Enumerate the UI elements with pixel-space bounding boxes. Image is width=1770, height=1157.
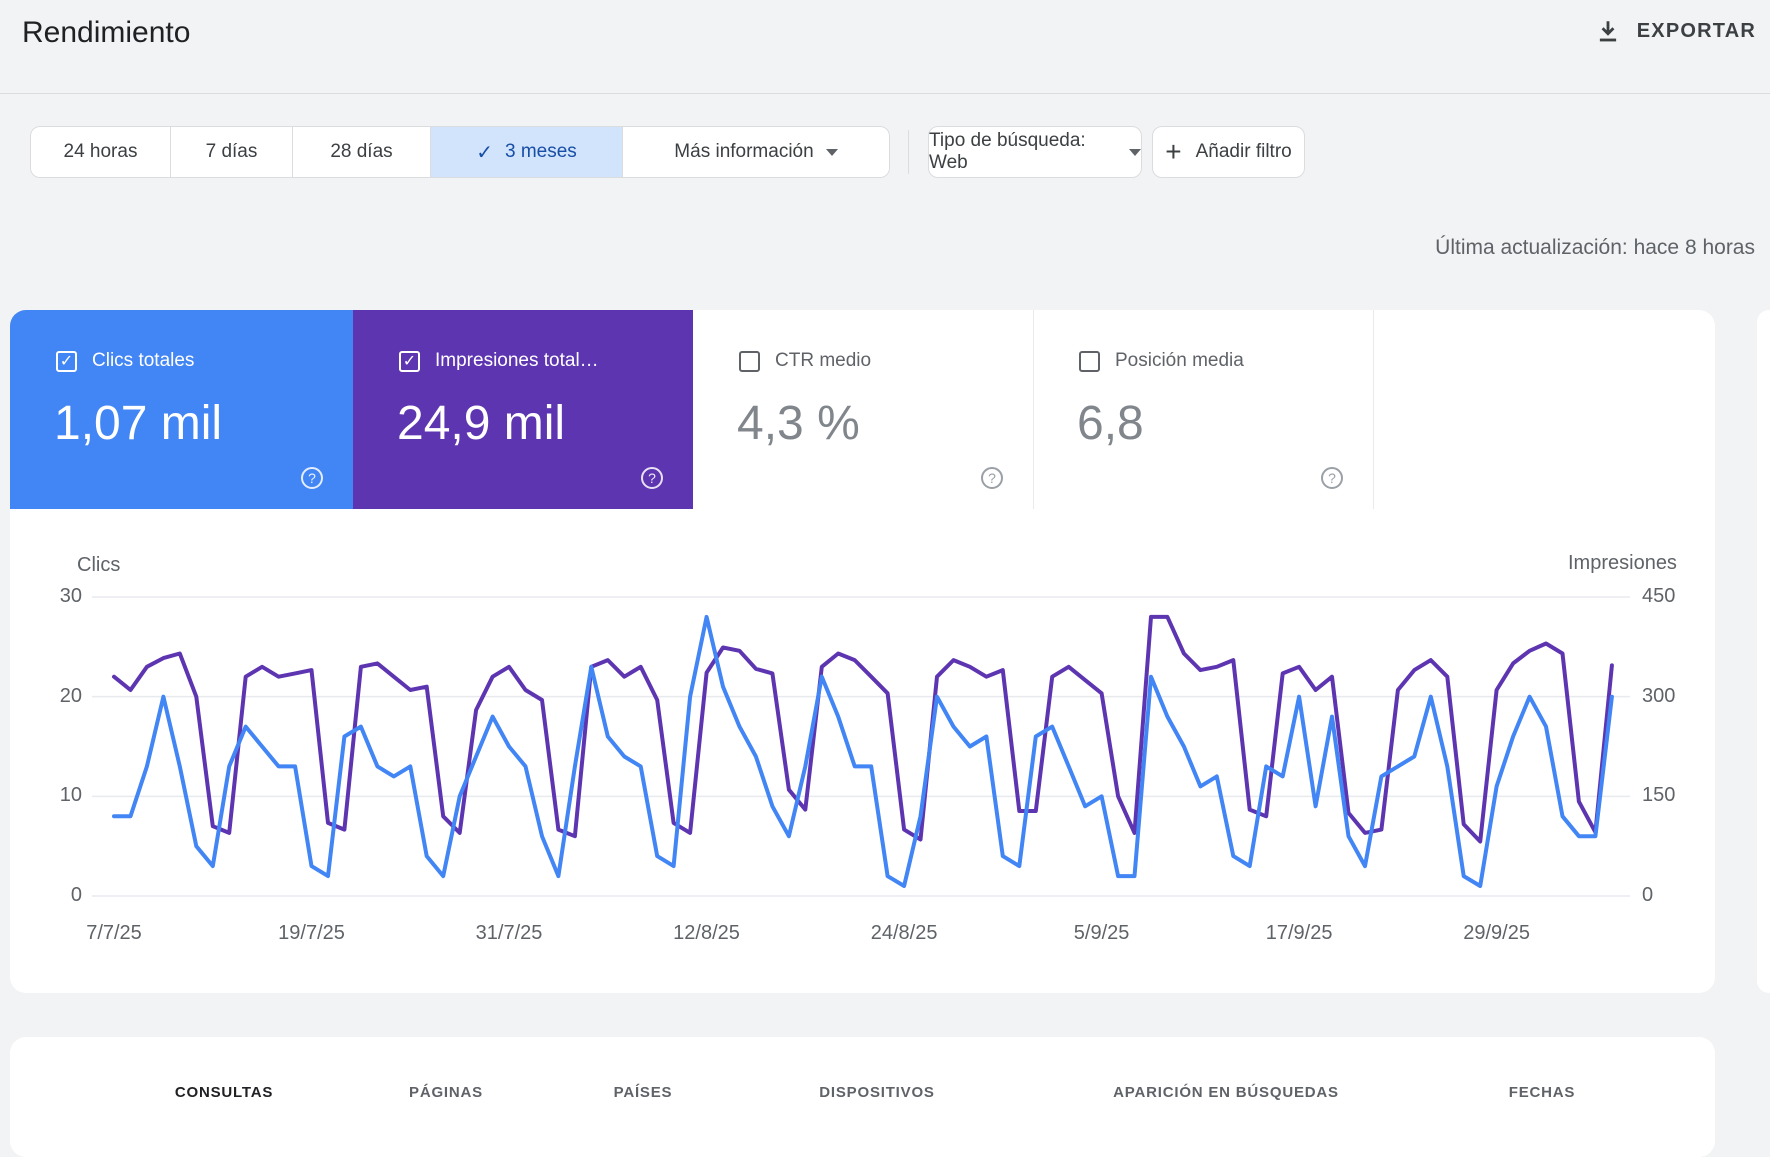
help-icon[interactable]: ? [301,467,323,489]
axis-tick-label: 20 [59,684,82,707]
axis-tick-label: 19/7/25 [278,922,345,944]
toolbar-separator [908,130,909,174]
download-icon [1595,18,1621,44]
export-button[interactable]: EXPORTAR [1595,18,1756,44]
metric-value: 4,3 % [737,397,860,450]
metric-label: CTR medio [775,350,872,371]
checkbox-checked-icon[interactable]: ✓ [399,350,420,372]
axis-tick-label: 7/7/25 [86,922,142,944]
help-icon[interactable]: ? [641,467,663,489]
date-range-chip-group: 24 horas 7 días 28 días ✓ 3 meses Más in… [30,126,890,178]
right-axis-title: Impresiones [1568,552,1677,574]
axis-tick-label: 10 [59,784,82,807]
axis-tick-label: 30 [59,585,82,607]
checkbox-checked-icon[interactable]: ✓ [56,350,77,372]
metric-value: 6,8 [1077,397,1144,450]
metric-label: Impresiones total… [435,350,599,371]
range-7d[interactable]: 7 días [171,127,293,177]
metric-label: Posición media [1115,350,1244,371]
help-icon[interactable]: ? [981,467,1003,489]
axis-tick-label: 17/9/25 [1265,922,1333,944]
metric-value: 1,07 mil [54,397,223,450]
tab-consultas[interactable]: CONSULTAS [175,1084,273,1101]
range-28d[interactable]: 28 días [293,127,431,177]
axis-tick-label: 0 [1642,884,1654,906]
chevron-down-icon [1129,148,1141,156]
tab-paises[interactable]: PAÍSES [614,1084,673,1101]
axis-tick-label: 300 [1642,684,1676,707]
axis-tick-label: 12/8/25 [673,922,740,944]
tab-aparicion[interactable]: APARICIÓN EN BÚSQUEDAS [1113,1084,1339,1101]
checkbox-unchecked-icon[interactable] [739,350,760,372]
last-update-status: Última actualización: hace 8 horas [1435,236,1755,259]
left-axis-title: Clics [77,554,121,576]
check-icon: ✓ [476,141,493,164]
metric-card-clicks[interactable]: ✓ Clics totales 1,07 mil ? [10,310,353,509]
axis-tick-label: 0 [70,884,82,906]
tab-dispositivos[interactable]: DISPOSITIVOS [819,1084,934,1101]
page-title: Rendimiento [22,16,191,49]
checkbox-unchecked-icon[interactable] [1079,350,1100,372]
metric-value: 24,9 mil [397,397,566,450]
chevron-down-icon [825,148,838,156]
range-3m-selected[interactable]: ✓ 3 meses [431,127,623,177]
axis-tick-label: 31/7/25 [475,922,543,944]
card-divider [1373,310,1374,509]
axis-tick-label: 150 [1642,784,1676,807]
tab-paginas[interactable]: PÁGINAS [409,1084,483,1101]
header-divider [0,93,1770,94]
side-panel-edge [1757,310,1770,993]
tab-fechas[interactable]: FECHAS [1509,1084,1575,1101]
metric-card-position[interactable]: Posición media 6,8 ? [1033,310,1373,509]
add-filter-button[interactable]: + Añadir filtro [1152,126,1305,178]
axis-tick-label: 29/9/25 [1463,922,1530,944]
export-label: EXPORTAR [1636,19,1756,42]
range-more-dropdown[interactable]: Más información [623,127,889,177]
axis-tick-label: 450 [1642,585,1676,607]
axis-tick-label: 24/8/25 [870,922,938,944]
range-24h[interactable]: 24 horas [31,127,171,177]
card-divider [1033,310,1034,509]
search-type-dropdown[interactable]: Tipo de búsqueda: Web [928,126,1142,178]
help-icon[interactable]: ? [1321,467,1343,489]
axis-tick-label: 5/9/25 [1073,922,1130,944]
plus-icon: + [1165,136,1182,167]
metric-label: Clics totales [92,350,195,371]
metric-card-impressions[interactable]: ✓ Impresiones total… 24,9 mil ? [353,310,693,509]
metric-card-ctr[interactable]: CTR medio 4,3 % ? [693,310,1033,509]
